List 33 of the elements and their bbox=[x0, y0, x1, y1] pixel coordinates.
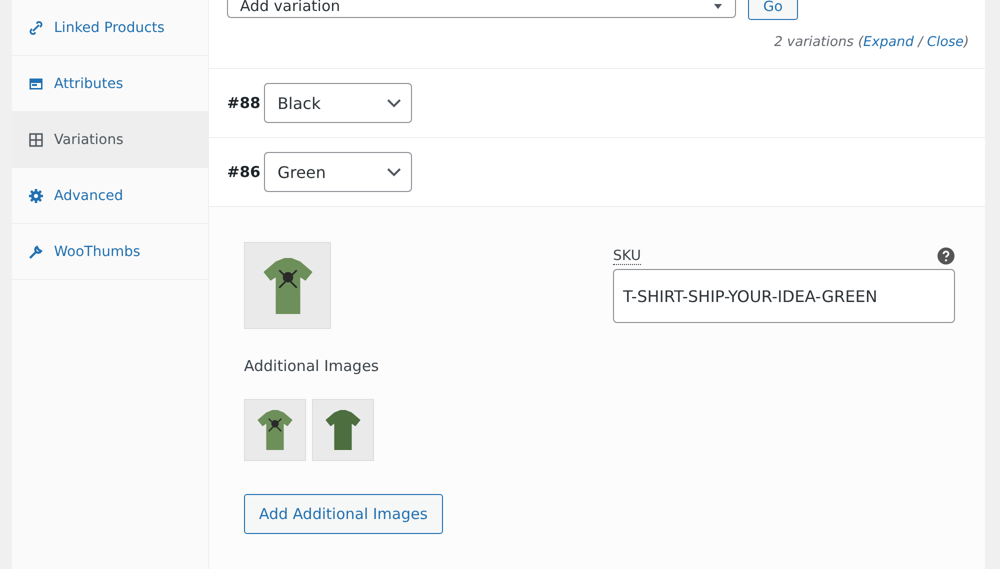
wrench-icon bbox=[28, 244, 44, 260]
sidebar-tab[interactable]: Linked Products bbox=[12, 0, 208, 56]
sidebar-tab[interactable]: WooThumbs bbox=[12, 224, 208, 280]
sidebar-tab[interactable]: Advanced bbox=[12, 168, 208, 224]
help-icon[interactable] bbox=[937, 247, 955, 265]
sidebar-tab[interactable]: Variations bbox=[12, 112, 208, 168]
go-button[interactable]: Go bbox=[748, 0, 798, 20]
variations-count: 2 variations (Expand / Close) bbox=[774, 34, 969, 50]
chevron-down-icon bbox=[387, 98, 402, 108]
caret-icon bbox=[713, 1, 723, 11]
variation-image[interactable] bbox=[244, 242, 331, 329]
tab-label: Attributes bbox=[54, 76, 124, 92]
tab-label: Advanced bbox=[54, 188, 124, 204]
sku-input[interactable]: T-SHIRT-SHIP-YOUR-IDEA-GREEN bbox=[613, 269, 955, 323]
tab-label: WooThumbs bbox=[54, 244, 140, 260]
link-icon bbox=[28, 20, 44, 36]
chevron-down-icon bbox=[387, 168, 402, 176]
attribute-select[interactable]: Green bbox=[264, 152, 412, 192]
variation-id: #88 bbox=[227, 94, 260, 112]
card-icon bbox=[28, 76, 44, 92]
sku-label: SKU bbox=[613, 248, 641, 264]
gear-icon bbox=[28, 188, 44, 204]
tab-label: Variations bbox=[54, 132, 124, 148]
tab-label: Linked Products bbox=[54, 20, 165, 36]
variation-id: #86 bbox=[227, 163, 260, 181]
close-link[interactable]: Close bbox=[926, 34, 964, 50]
add-additional-images-button[interactable]: Add Additional Images bbox=[244, 494, 443, 534]
expand-link[interactable]: Expand bbox=[863, 34, 914, 50]
additional-image[interactable] bbox=[244, 399, 306, 461]
grid-icon bbox=[28, 132, 44, 148]
additional-images-label: Additional Images bbox=[244, 357, 380, 375]
attribute-select[interactable]: Black bbox=[264, 83, 412, 123]
additional-image[interactable] bbox=[312, 399, 374, 461]
